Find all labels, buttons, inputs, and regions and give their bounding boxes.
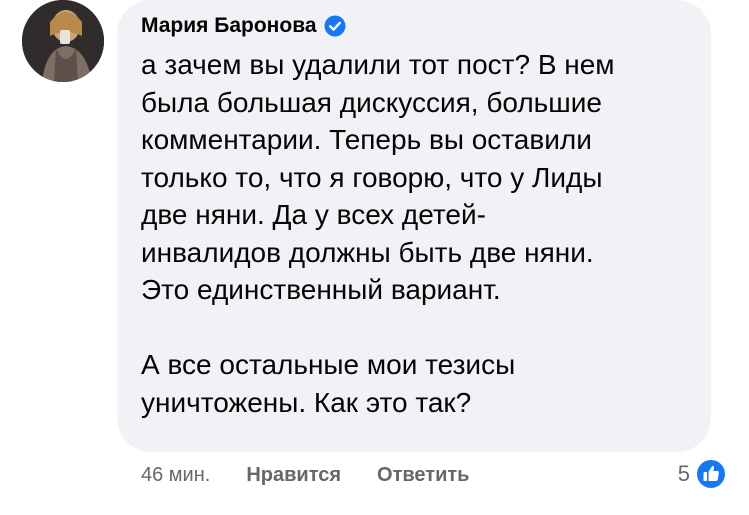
author-name[interactable]: Мария Баронова (141, 14, 317, 38)
author-row: Мария Баронова (141, 6, 687, 46)
verified-badge-icon (324, 15, 346, 37)
avatar[interactable] (22, 0, 104, 82)
reaction-count: 5 (677, 461, 690, 486)
like-button[interactable]: Нравится (246, 464, 341, 487)
reply-button[interactable]: Ответить (377, 464, 469, 487)
avatar-photo (22, 0, 104, 82)
comment-actions: 46 мин. Нравится Ответить (141, 461, 469, 489)
comment-text: а зачем вы удалили тот пост? В нем была … (141, 49, 615, 418)
reactions-summary[interactable]: 5 (678, 458, 727, 490)
like-icon (695, 458, 727, 490)
comment-bubble: Мария Баронова а зачем вы удалили тот по… (117, 0, 711, 452)
comment-timestamp[interactable]: 46 мин. (141, 464, 210, 487)
